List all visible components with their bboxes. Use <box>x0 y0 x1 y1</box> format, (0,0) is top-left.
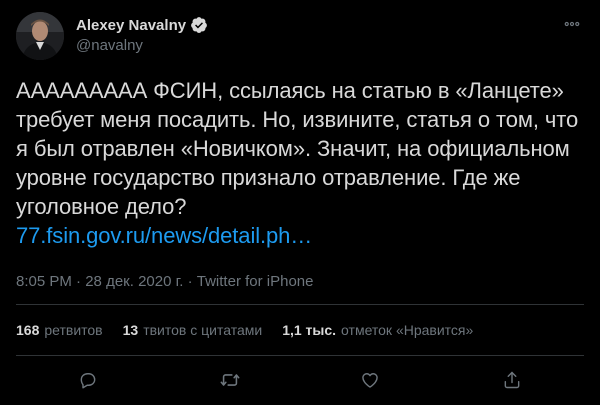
likes-label: отметок «Нравится» <box>341 322 474 338</box>
separator-dot: · <box>76 273 82 290</box>
more-options-icon[interactable] <box>560 12 584 36</box>
meta-separator-1: · <box>76 273 85 290</box>
author-names: Alexey Navalny @navalny <box>76 15 208 54</box>
tweet-actions <box>16 360 584 400</box>
tweet-date[interactable]: 28 дек. 2020 г. <box>85 273 183 290</box>
tweet-header: Alexey Navalny @navalny <box>16 12 584 62</box>
tweet-stats: 168 ретвитов 13 твитов с цитатами 1,1 ты… <box>16 312 493 348</box>
likes-stat[interactable]: 1,1 тыс. отметок «Нравится» <box>282 322 473 338</box>
divider-top <box>16 304 584 305</box>
separator-dot: · <box>187 273 193 290</box>
avatar[interactable] <box>16 12 64 60</box>
author-handle[interactable]: @navalny <box>76 37 208 54</box>
tweet-meta: 8:05 PM · 28 дек. 2020 г. · Twitter for … <box>16 273 313 290</box>
tweet-body: ААААААААА ФСИН, ссылаясь на статью в «Ла… <box>16 76 586 250</box>
quotes-count: 13 <box>122 322 139 338</box>
retweets-label: ретвитов <box>44 322 103 338</box>
tweet-card: Alexey Navalny @navalny ААААААААА ФСИН, … <box>0 0 600 405</box>
quotes-label: твитов с цитатами <box>143 322 263 338</box>
retweets-count: 168 <box>16 322 40 338</box>
verified-badge-icon <box>190 16 208 34</box>
meta-separator-2: · <box>188 273 197 290</box>
tweet-time[interactable]: 8:05 PM <box>16 273 72 290</box>
retweets-stat[interactable]: 168 ретвитов <box>16 322 103 338</box>
display-name[interactable]: Alexey Navalny <box>76 17 186 34</box>
tweet-source[interactable]: Twitter for iPhone <box>197 273 314 290</box>
reply-icon[interactable] <box>74 366 102 394</box>
quotes-stat[interactable]: 13 твитов с цитатами <box>123 322 263 338</box>
display-name-row: Alexey Navalny <box>76 15 208 35</box>
divider-bottom <box>16 355 584 356</box>
like-icon[interactable] <box>356 366 384 394</box>
share-icon[interactable] <box>498 366 526 394</box>
retweet-icon[interactable] <box>216 366 244 394</box>
likes-count: 1,1 тыс. <box>282 322 337 338</box>
tweet-link[interactable]: 77.fsin.gov.ru/news/detail.ph… <box>16 221 586 250</box>
tweet-text: ААААААААА ФСИН, ссылаясь на статью в «Ла… <box>16 78 579 219</box>
